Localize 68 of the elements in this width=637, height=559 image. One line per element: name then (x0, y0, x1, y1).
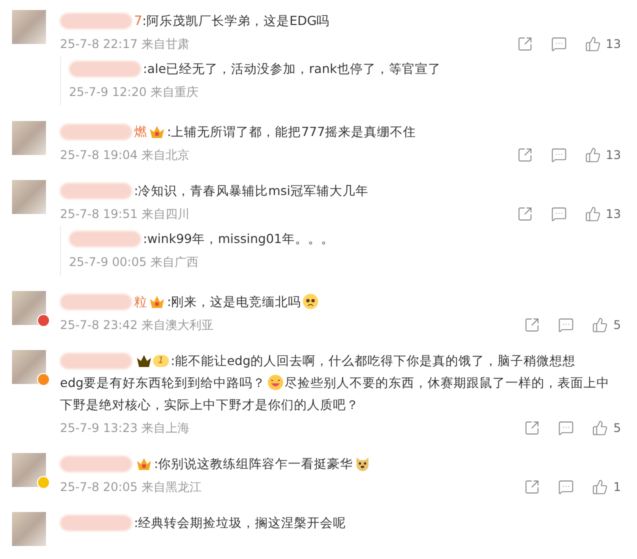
comment-meta: 25-7-9 13:23 来自上海 (60, 420, 190, 436)
user-name[interactable]: 燃 (134, 125, 147, 140)
comment-meta: 25-7-8 23:42 来自澳大利亚 (60, 316, 214, 334)
user-name[interactable]: 7 (134, 14, 142, 29)
comment-text: :经典转会期捡垃圾，搁这涅槃开会呢 (134, 515, 346, 530)
comment-meta: 25-7-8 19:51 来自四川 (60, 206, 190, 222)
avatar-placeholder (12, 121, 46, 155)
comment-text: 下野是绝对核心，实际上中下野才是你们的人质吧？ (60, 397, 359, 412)
like-icon[interactable] (584, 147, 601, 163)
comment-icon[interactable] (550, 36, 567, 52)
avatar-placeholder (12, 512, 46, 546)
comment-meta: 25-7-8 22:17 来自甘肃 (60, 36, 190, 52)
blurred-name (60, 294, 132, 310)
crown-icon (136, 354, 152, 368)
like-icon[interactable] (584, 206, 601, 222)
user-name[interactable]: 粒 (134, 295, 147, 310)
comment-text: edg要是有好东西轮到到给中路吗？ (60, 375, 266, 390)
comment-text: :上辅无所谓了都，能把777摇来是真绷不住 (167, 124, 416, 139)
blurred-name (60, 124, 132, 140)
blurred-name (69, 60, 141, 77)
share-icon[interactable] (524, 420, 540, 436)
share-icon[interactable] (516, 147, 533, 163)
avatar-placeholder (12, 180, 46, 214)
like-icon[interactable] (584, 36, 601, 52)
comment-icon[interactable] (550, 147, 567, 163)
level-number: 1 (153, 354, 169, 367)
share-icon[interactable] (524, 479, 540, 495)
like-count: 13 (606, 148, 621, 162)
comment-icon[interactable] (558, 479, 574, 495)
comment-icon[interactable] (558, 317, 574, 333)
like-icon[interactable] (592, 479, 608, 495)
like-icon[interactable] (592, 317, 608, 333)
reply-text: :ale已经无了，活动没参加，rank也停了，等官宣了 (143, 61, 441, 76)
share-icon[interactable] (516, 206, 533, 222)
crown-icon (136, 456, 152, 471)
comment-text: 尽捡些别人不要的东西，休赛期跟鼠了一样的，表面上中 (284, 375, 610, 390)
like-count: 13 (606, 207, 621, 221)
like-count: 5 (613, 421, 621, 435)
like-icon[interactable] (592, 420, 608, 436)
reply-meta: 25-7-9 12:20 来自重庆 (69, 84, 198, 100)
comment-meta: 25-7-8 19:04 来自北京 (60, 146, 190, 164)
comment-text: :你别说这教练组阵容乍一看挺豪华 (154, 456, 354, 471)
grin-face-icon (266, 374, 284, 392)
dog-face-icon (354, 455, 372, 472)
comment-text: :刚来，这是电竞缅北吗 (167, 294, 302, 309)
reply-text: :wink99年，missing01年。。。 (143, 231, 334, 246)
like-count: 13 (606, 37, 621, 51)
comment-icon[interactable] (550, 206, 567, 222)
sad-face-icon (302, 293, 320, 310)
blurred-name (60, 514, 132, 531)
blurred-name (69, 230, 141, 247)
share-icon[interactable] (516, 36, 533, 52)
crown-icon (149, 124, 165, 139)
comment-icon[interactable] (558, 420, 574, 436)
blurred-name (60, 456, 132, 472)
like-count: 5 (613, 318, 621, 332)
like-count: 1 (613, 480, 621, 494)
comment-text: :能不能让edg的人回去啊，什么都吃得下你是真的饿了，脑子稍微想想 (170, 353, 576, 368)
share-icon[interactable] (524, 317, 540, 333)
blurred-name (60, 182, 132, 199)
blurred-name (60, 12, 132, 29)
reply-meta: 25-7-9 00:05 来自广西 (69, 254, 198, 270)
comment-meta: 25-7-8 20:05 来自黑龙江 (60, 478, 202, 496)
comment-text: :冷知识，青春风暴辅比msi冠军辅大几年 (134, 183, 368, 198)
comment-text: :阿乐茂凯厂长学弟，这是EDG吗 (142, 13, 330, 28)
avatar-placeholder (12, 10, 46, 44)
crown-icon (149, 294, 165, 309)
blurred-name (60, 352, 132, 369)
